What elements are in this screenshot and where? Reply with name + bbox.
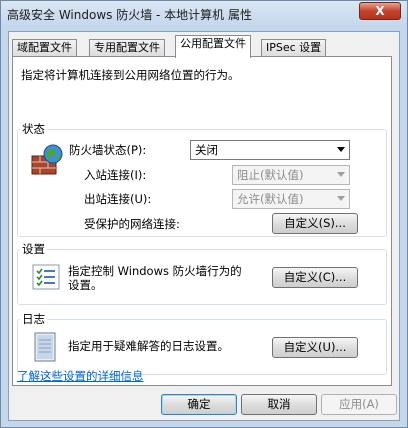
logging-customize-button[interactable]: 自定义(U)... bbox=[272, 337, 358, 358]
log-document-icon bbox=[34, 332, 56, 362]
protected-customize-button[interactable]: 自定义(S)... bbox=[272, 213, 358, 234]
firewall-icon bbox=[30, 144, 64, 176]
outbound-value: 允许(默认值) bbox=[237, 192, 304, 206]
settings-group-label: 设置 bbox=[20, 241, 47, 257]
inbound-label: 入站连接(I): bbox=[84, 168, 147, 182]
settings-list-icon bbox=[32, 264, 60, 290]
settings-customize-button[interactable]: 自定义(C)... bbox=[272, 267, 358, 288]
settings-text-line2: 设置。 bbox=[68, 278, 103, 292]
state-group-label: 状态 bbox=[20, 121, 47, 137]
profile-description: 指定将计算机连接到公用网络位置的行为。 bbox=[21, 68, 240, 82]
firewall-state-label: 防火墙状态(P): bbox=[69, 143, 147, 157]
outbound-select[interactable]: 允许(默认值) bbox=[232, 189, 350, 209]
tab-public-profile[interactable]: 公用配置文件 bbox=[175, 35, 251, 58]
inbound-value: 阻止(默认值) bbox=[237, 168, 304, 182]
logging-text: 指定用于疑难解答的日志设置。 bbox=[68, 339, 229, 353]
cancel-button[interactable]: 取消 bbox=[241, 394, 317, 415]
firewall-state-value: 关闭 bbox=[195, 143, 218, 157]
chevron-down-icon bbox=[337, 196, 345, 201]
close-button[interactable]: X bbox=[359, 2, 401, 20]
apply-button[interactable]: 应用(A) bbox=[321, 394, 397, 415]
outbound-label: 出站连接(U): bbox=[84, 192, 152, 206]
logging-group-label: 日志 bbox=[20, 311, 47, 327]
inbound-select[interactable]: 阻止(默认值) bbox=[232, 165, 350, 185]
window-title: 高级安全 Windows 防火墙 - 本地计算机 属性 bbox=[7, 8, 252, 22]
properties-window: 高级安全 Windows 防火墙 - 本地计算机 属性 X 域配置文件 专用配置… bbox=[0, 0, 408, 428]
state-group: 状态 防火墙状态(P): 关闭 入站连接(I): 阻止(默认值) 出站连接(U)… bbox=[17, 121, 387, 237]
tab-ipsec-settings[interactable]: IPSec 设置 bbox=[261, 39, 327, 57]
protected-connections-label: 受保护的网络连接: bbox=[84, 217, 180, 231]
chevron-down-icon bbox=[337, 172, 345, 177]
ok-button[interactable]: 确定 bbox=[161, 394, 237, 415]
learn-more-link[interactable]: 了解这些设置的详细信息 bbox=[17, 368, 144, 384]
tab-private-profile[interactable]: 专用配置文件 bbox=[89, 39, 165, 57]
settings-group: 设置 指定控制 Windows 防火墙行为的 设置。 自定义(C)... bbox=[17, 241, 387, 305]
logging-group: 日志 指定用于疑难解答的日志设置。 自定义(U)... bbox=[17, 311, 387, 375]
title-bar[interactable]: 高级安全 Windows 防火墙 - 本地计算机 属性 X bbox=[1, 1, 407, 27]
tab-domain-profile[interactable]: 域配置文件 bbox=[12, 39, 77, 57]
chevron-down-icon bbox=[337, 147, 345, 152]
firewall-state-select[interactable]: 关闭 bbox=[190, 140, 350, 160]
tab-panel: 指定将计算机连接到公用网络位置的行为。 状态 防火墙状态(P): 关闭 入站连接… bbox=[12, 56, 392, 386]
dialog-client: 域配置文件 专用配置文件 公用配置文件 IPSec 设置 指定将计算机连接到公用… bbox=[8, 31, 400, 421]
